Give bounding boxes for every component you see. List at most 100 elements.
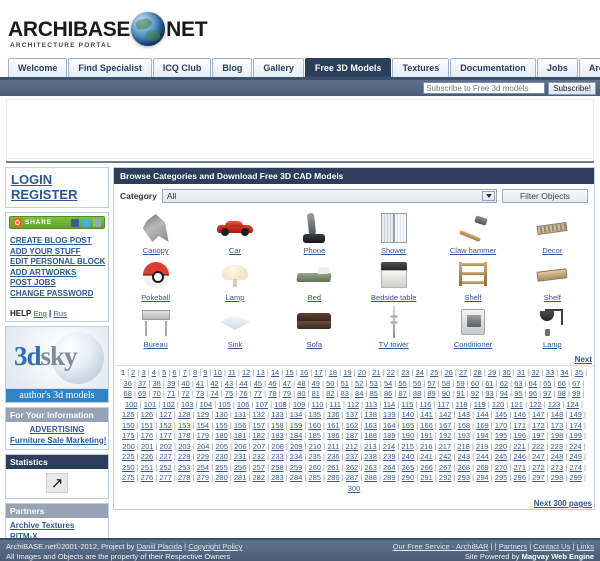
user-action-link-1[interactable]: ADD YOUR STUFF [10, 247, 104, 258]
page-link-285[interactable]: 285 [308, 473, 321, 482]
page-link-88[interactable]: 88 [413, 389, 421, 398]
filter-objects-button[interactable]: Filter Objects [502, 189, 588, 203]
page-link-273[interactable]: 273 [551, 463, 564, 472]
page-link-63[interactable]: 63 [514, 379, 522, 388]
model-item-label[interactable]: Sofa [307, 340, 322, 349]
page-link-34[interactable]: 34 [560, 368, 568, 377]
model-item-label[interactable]: Shelf [464, 293, 481, 302]
page-link-266[interactable]: 266 [420, 463, 433, 472]
page-link-61[interactable]: 61 [485, 379, 493, 388]
chevron-down-icon[interactable] [482, 191, 495, 201]
page-link-193[interactable]: 193 [458, 431, 471, 440]
page-link-242[interactable]: 242 [439, 452, 452, 461]
page-link-16[interactable]: 16 [300, 368, 308, 377]
page-link-92[interactable]: 92 [471, 389, 479, 398]
page-link-80[interactable]: 80 [297, 389, 305, 398]
page-link-177[interactable]: 177 [159, 431, 172, 440]
page-link-147[interactable]: 147 [532, 410, 545, 419]
page-link-236[interactable]: 236 [327, 452, 340, 461]
page-link-299[interactable]: 299 [569, 473, 582, 482]
page-link-113[interactable]: 113 [365, 400, 377, 409]
model-item-label[interactable]: Bed [308, 293, 321, 302]
page-link-284[interactable]: 284 [290, 473, 303, 482]
page-link-174[interactable]: 174 [569, 421, 582, 430]
page-link-102[interactable]: 102 [162, 400, 175, 409]
page-link-254[interactable]: 254 [197, 463, 210, 472]
page-link-258[interactable]: 258 [271, 463, 284, 472]
page-link-74[interactable]: 74 [210, 389, 218, 398]
page-link-274[interactable]: 274 [569, 463, 582, 472]
page-link-259[interactable]: 259 [290, 463, 303, 472]
page-link-112[interactable]: 112 [347, 400, 359, 409]
page-link-127[interactable]: 127 [159, 410, 172, 419]
page-link-194[interactable]: 194 [476, 431, 489, 440]
page-link-126[interactable]: 126 [141, 410, 154, 419]
page-link-11[interactable]: 11 [228, 368, 236, 377]
page-link-253[interactable]: 253 [178, 463, 191, 472]
page-link-188[interactable]: 188 [364, 431, 377, 440]
page-link-224[interactable]: 224 [569, 442, 582, 451]
page-link-143[interactable]: 143 [458, 410, 471, 419]
page-link-241[interactable]: 241 [420, 452, 433, 461]
page-link-172[interactable]: 172 [532, 421, 545, 430]
page-link-218[interactable]: 218 [457, 442, 470, 451]
page-link-90[interactable]: 90 [442, 389, 450, 398]
model-item-label[interactable]: Bedside table [371, 293, 416, 302]
page-link-245[interactable]: 245 [495, 452, 508, 461]
page-link-260[interactable]: 260 [308, 463, 321, 472]
page-link-173[interactable]: 173 [551, 421, 564, 430]
page-link-17[interactable]: 17 [314, 368, 322, 377]
page-link-148[interactable]: 148 [551, 410, 564, 419]
email-icon[interactable] [93, 218, 101, 227]
page-link-277[interactable]: 277 [159, 473, 172, 482]
register-link[interactable]: REGISTER [11, 187, 103, 202]
page-link-298[interactable]: 298 [551, 473, 564, 482]
page-link-300[interactable]: 300 [348, 484, 361, 493]
page-link-96[interactable]: 96 [529, 389, 537, 398]
page-link-288[interactable]: 288 [364, 473, 377, 482]
page-link-103[interactable]: 103 [181, 400, 194, 409]
page-link-145[interactable]: 145 [495, 410, 508, 419]
share-button[interactable]: SHARE [9, 216, 105, 229]
footer-author-link[interactable]: Daniil Placida [137, 542, 182, 551]
page-link-265[interactable]: 265 [402, 463, 415, 472]
page-link-151[interactable]: 151 [141, 421, 154, 430]
page-link-162[interactable]: 162 [346, 421, 359, 430]
page-link-184[interactable]: 184 [290, 431, 303, 440]
page-link-68[interactable]: 68 [124, 389, 132, 398]
model-item[interactable]: Bed [275, 257, 354, 303]
page-link-47[interactable]: 47 [283, 379, 291, 388]
page-link-182[interactable]: 182 [253, 431, 266, 440]
page-link-125[interactable]: 125 [122, 410, 135, 419]
page-link-293[interactable]: 293 [458, 473, 471, 482]
page-link-18[interactable]: 18 [329, 368, 337, 377]
arrow-up-right-icon[interactable]: ↗ [46, 473, 68, 493]
page-link-255[interactable]: 255 [215, 463, 228, 472]
model-item-label[interactable]: Shelf [544, 293, 561, 302]
footer-partners-link[interactable]: Partners [499, 542, 527, 551]
page-link-271[interactable]: 271 [513, 463, 526, 472]
page-link-73[interactable]: 73 [196, 389, 204, 398]
page-link-202[interactable]: 202 [160, 442, 173, 451]
model-item-label[interactable]: Shower [381, 246, 406, 255]
page-link-41[interactable]: 41 [196, 379, 204, 388]
model-item-label[interactable]: Claw hammer [450, 246, 496, 255]
partner-link-0[interactable]: Archive Textures [10, 521, 104, 532]
model-item[interactable]: Decor [513, 210, 592, 256]
page-link-135[interactable]: 135 [308, 410, 321, 419]
page-link-33[interactable]: 33 [546, 368, 554, 377]
page-link-94[interactable]: 94 [500, 389, 508, 398]
page-link-219[interactable]: 219 [476, 442, 489, 451]
user-action-link-5[interactable]: CHANGE PASSWORD [10, 289, 104, 300]
model-item-label[interactable]: Lamp [226, 293, 245, 302]
page-link-272[interactable]: 272 [532, 463, 545, 472]
page-link-117[interactable]: 117 [438, 400, 450, 409]
page-link-49[interactable]: 49 [312, 379, 320, 388]
page-link-149[interactable]: 149 [569, 410, 582, 419]
page-link-144[interactable]: 144 [476, 410, 489, 419]
page-link-230[interactable]: 230 [215, 452, 228, 461]
page-link-10[interactable]: 10 [214, 368, 222, 377]
page-link-55[interactable]: 55 [398, 379, 406, 388]
page-link-297[interactable]: 297 [532, 473, 545, 482]
page-link-171[interactable]: 171 [513, 421, 526, 430]
